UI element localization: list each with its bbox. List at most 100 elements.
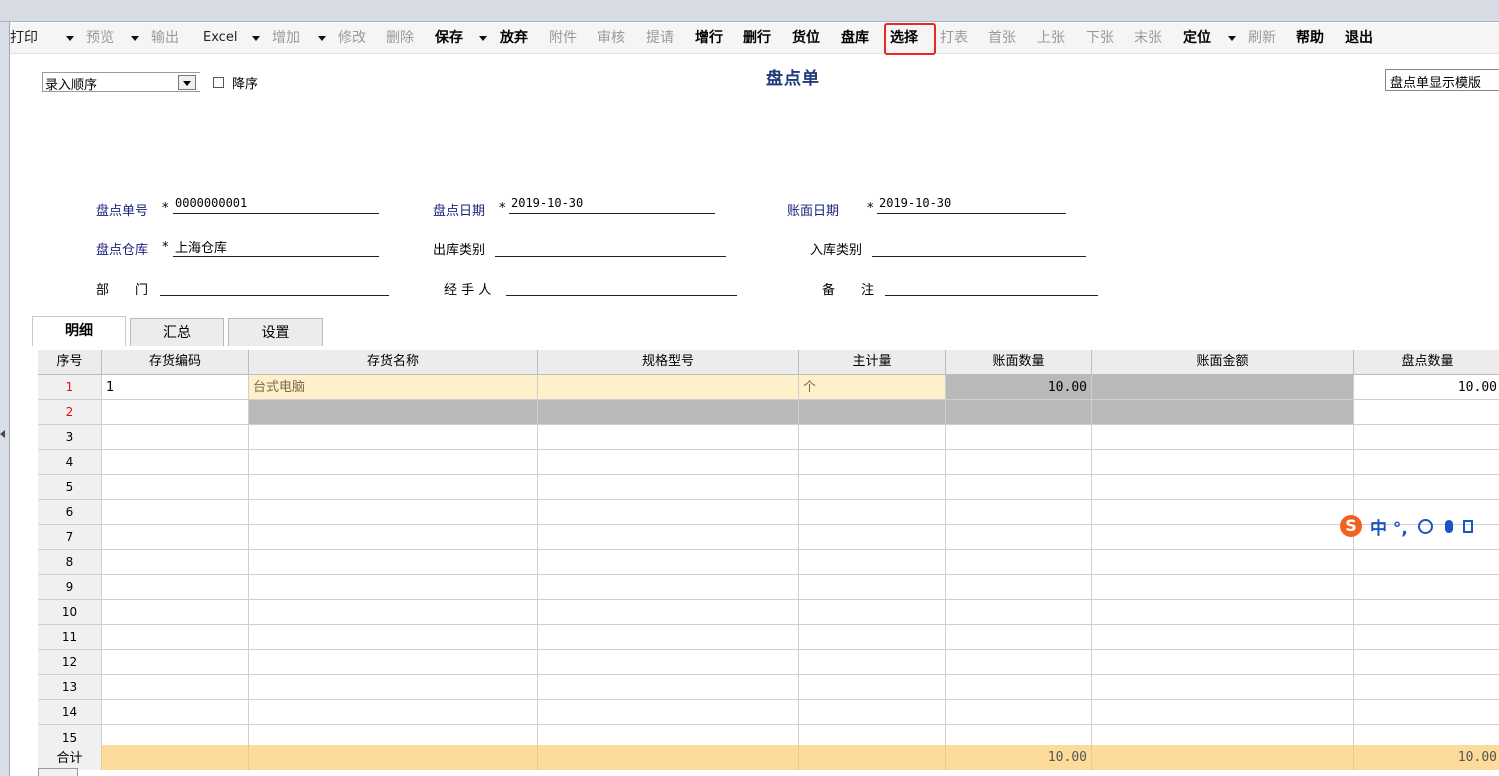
unit-cell[interactable]: [799, 725, 946, 745]
spec-cell[interactable]: [538, 475, 799, 500]
inventory-code-cell[interactable]: [102, 450, 249, 475]
spec-cell[interactable]: [538, 425, 799, 450]
count-qty-cell[interactable]: [1354, 725, 1499, 745]
first-record-button[interactable]: 首张: [988, 23, 1016, 53]
row-number[interactable]: 2: [38, 400, 102, 425]
keyboard-icon[interactable]: [1462, 519, 1473, 533]
column-header[interactable]: 账面金额: [1092, 350, 1354, 375]
spec-cell[interactable]: [538, 650, 799, 675]
inventory-name-cell[interactable]: [249, 575, 538, 600]
book-amount-cell[interactable]: [1092, 550, 1354, 575]
save-dropdown-icon[interactable]: [479, 36, 487, 41]
add-row-button[interactable]: 增行: [695, 23, 723, 53]
inventory-code-cell[interactable]: 1: [102, 375, 249, 400]
book-amount-cell[interactable]: [1092, 425, 1354, 450]
book-date-field[interactable]: 2019-10-30: [879, 196, 951, 210]
help-button[interactable]: 帮助: [1296, 23, 1324, 53]
book-qty-cell[interactable]: [946, 625, 1092, 650]
inventory-code-cell[interactable]: [102, 525, 249, 550]
refresh-button[interactable]: 刷新: [1248, 23, 1276, 53]
delete-button[interactable]: 删除: [386, 23, 414, 53]
inventory-code-cell[interactable]: [102, 600, 249, 625]
tab-detail[interactable]: 明细: [32, 316, 126, 346]
ime-toolbar[interactable]: S 中 °,: [1340, 513, 1473, 539]
inventory-code-cell[interactable]: [102, 625, 249, 650]
column-header[interactable]: 存货编码: [102, 350, 249, 375]
row-number[interactable]: 11: [38, 625, 102, 650]
horizontal-scrollbar[interactable]: [38, 768, 78, 776]
book-amount-cell[interactable]: [1092, 700, 1354, 725]
discard-button[interactable]: 放弃: [500, 23, 528, 53]
table-row[interactable]: 2: [38, 400, 1499, 425]
table-row[interactable]: 7: [38, 525, 1499, 550]
book-qty-cell[interactable]: [946, 600, 1092, 625]
book-qty-cell[interactable]: [946, 700, 1092, 725]
inventory-name-cell[interactable]: [249, 700, 538, 725]
spec-cell[interactable]: [538, 400, 799, 425]
book-amount-cell[interactable]: [1092, 475, 1354, 500]
count-qty-cell[interactable]: [1354, 400, 1499, 425]
inventory-name-cell[interactable]: [249, 625, 538, 650]
unit-cell[interactable]: [799, 675, 946, 700]
unit-cell[interactable]: [799, 575, 946, 600]
book-qty-cell[interactable]: [946, 550, 1092, 575]
attachment-button[interactable]: 附件: [549, 23, 577, 53]
modify-button[interactable]: 修改: [338, 23, 366, 53]
inventory-code-cell[interactable]: [102, 400, 249, 425]
row-number[interactable]: 1: [38, 375, 102, 400]
inventory-name-cell[interactable]: [249, 550, 538, 575]
book-amount-cell[interactable]: [1092, 650, 1354, 675]
inventory-code-cell[interactable]: [102, 575, 249, 600]
book-qty-cell[interactable]: [946, 675, 1092, 700]
inventory-name-cell[interactable]: [249, 425, 538, 450]
inventory-name-cell[interactable]: [249, 400, 538, 425]
locate-dropdown-icon[interactable]: [1228, 36, 1236, 41]
microphone-icon[interactable]: [1444, 519, 1453, 533]
row-number[interactable]: 14: [38, 700, 102, 725]
unit-cell[interactable]: [799, 550, 946, 575]
row-number[interactable]: 6: [38, 500, 102, 525]
table-row[interactable]: 9: [38, 575, 1499, 600]
count-qty-cell[interactable]: [1354, 425, 1499, 450]
date-field[interactable]: 2019-10-30: [511, 196, 583, 210]
tab-summary[interactable]: 汇总: [130, 318, 224, 346]
inventory-name-cell[interactable]: 台式电脑: [249, 375, 538, 400]
table-row[interactable]: 8: [38, 550, 1499, 575]
unit-cell[interactable]: [799, 450, 946, 475]
last-record-button[interactable]: 末张: [1134, 23, 1162, 53]
table-row[interactable]: 1 1 台式电脑 个 10.00 10.00: [38, 375, 1499, 400]
column-header[interactable]: 存货名称: [249, 350, 538, 375]
book-qty-cell[interactable]: [946, 400, 1092, 425]
spec-cell[interactable]: [538, 450, 799, 475]
sort-order-select[interactable]: 录入顺序: [42, 72, 200, 93]
count-qty-cell[interactable]: 10.00: [1354, 375, 1499, 400]
unit-cell[interactable]: [799, 625, 946, 650]
row-number[interactable]: 9: [38, 575, 102, 600]
inventory-code-cell[interactable]: [102, 500, 249, 525]
book-amount-cell[interactable]: [1092, 575, 1354, 600]
inventory-name-cell[interactable]: [249, 525, 538, 550]
inventory-name-cell[interactable]: [249, 500, 538, 525]
unit-cell[interactable]: [799, 600, 946, 625]
ime-mode-label[interactable]: 中 °,: [1370, 514, 1408, 539]
doc-no-field[interactable]: 0000000001: [175, 196, 247, 210]
book-amount-cell[interactable]: [1092, 675, 1354, 700]
count-qty-cell[interactable]: [1354, 700, 1499, 725]
print-dropdown-icon[interactable]: [66, 36, 74, 41]
unit-cell[interactable]: [799, 525, 946, 550]
book-qty-cell[interactable]: [946, 425, 1092, 450]
excel-button[interactable]: Excel: [203, 23, 237, 53]
table-row[interactable]: 13: [38, 675, 1499, 700]
print-button[interactable]: 打印: [10, 23, 38, 53]
template-select[interactable]: 盘点单显示模版: [1385, 69, 1499, 91]
preview-button[interactable]: 预览: [86, 23, 114, 53]
row-number[interactable]: 15: [38, 725, 102, 745]
row-number[interactable]: 3: [38, 425, 102, 450]
row-number[interactable]: 13: [38, 675, 102, 700]
collapse-arrow-icon[interactable]: [0, 430, 6, 440]
book-qty-cell[interactable]: [946, 575, 1092, 600]
table-row[interactable]: 5: [38, 475, 1499, 500]
descending-checkbox[interactable]: [213, 77, 224, 88]
add-button[interactable]: 增加: [272, 23, 300, 53]
column-header[interactable]: 账面数量: [946, 350, 1092, 375]
